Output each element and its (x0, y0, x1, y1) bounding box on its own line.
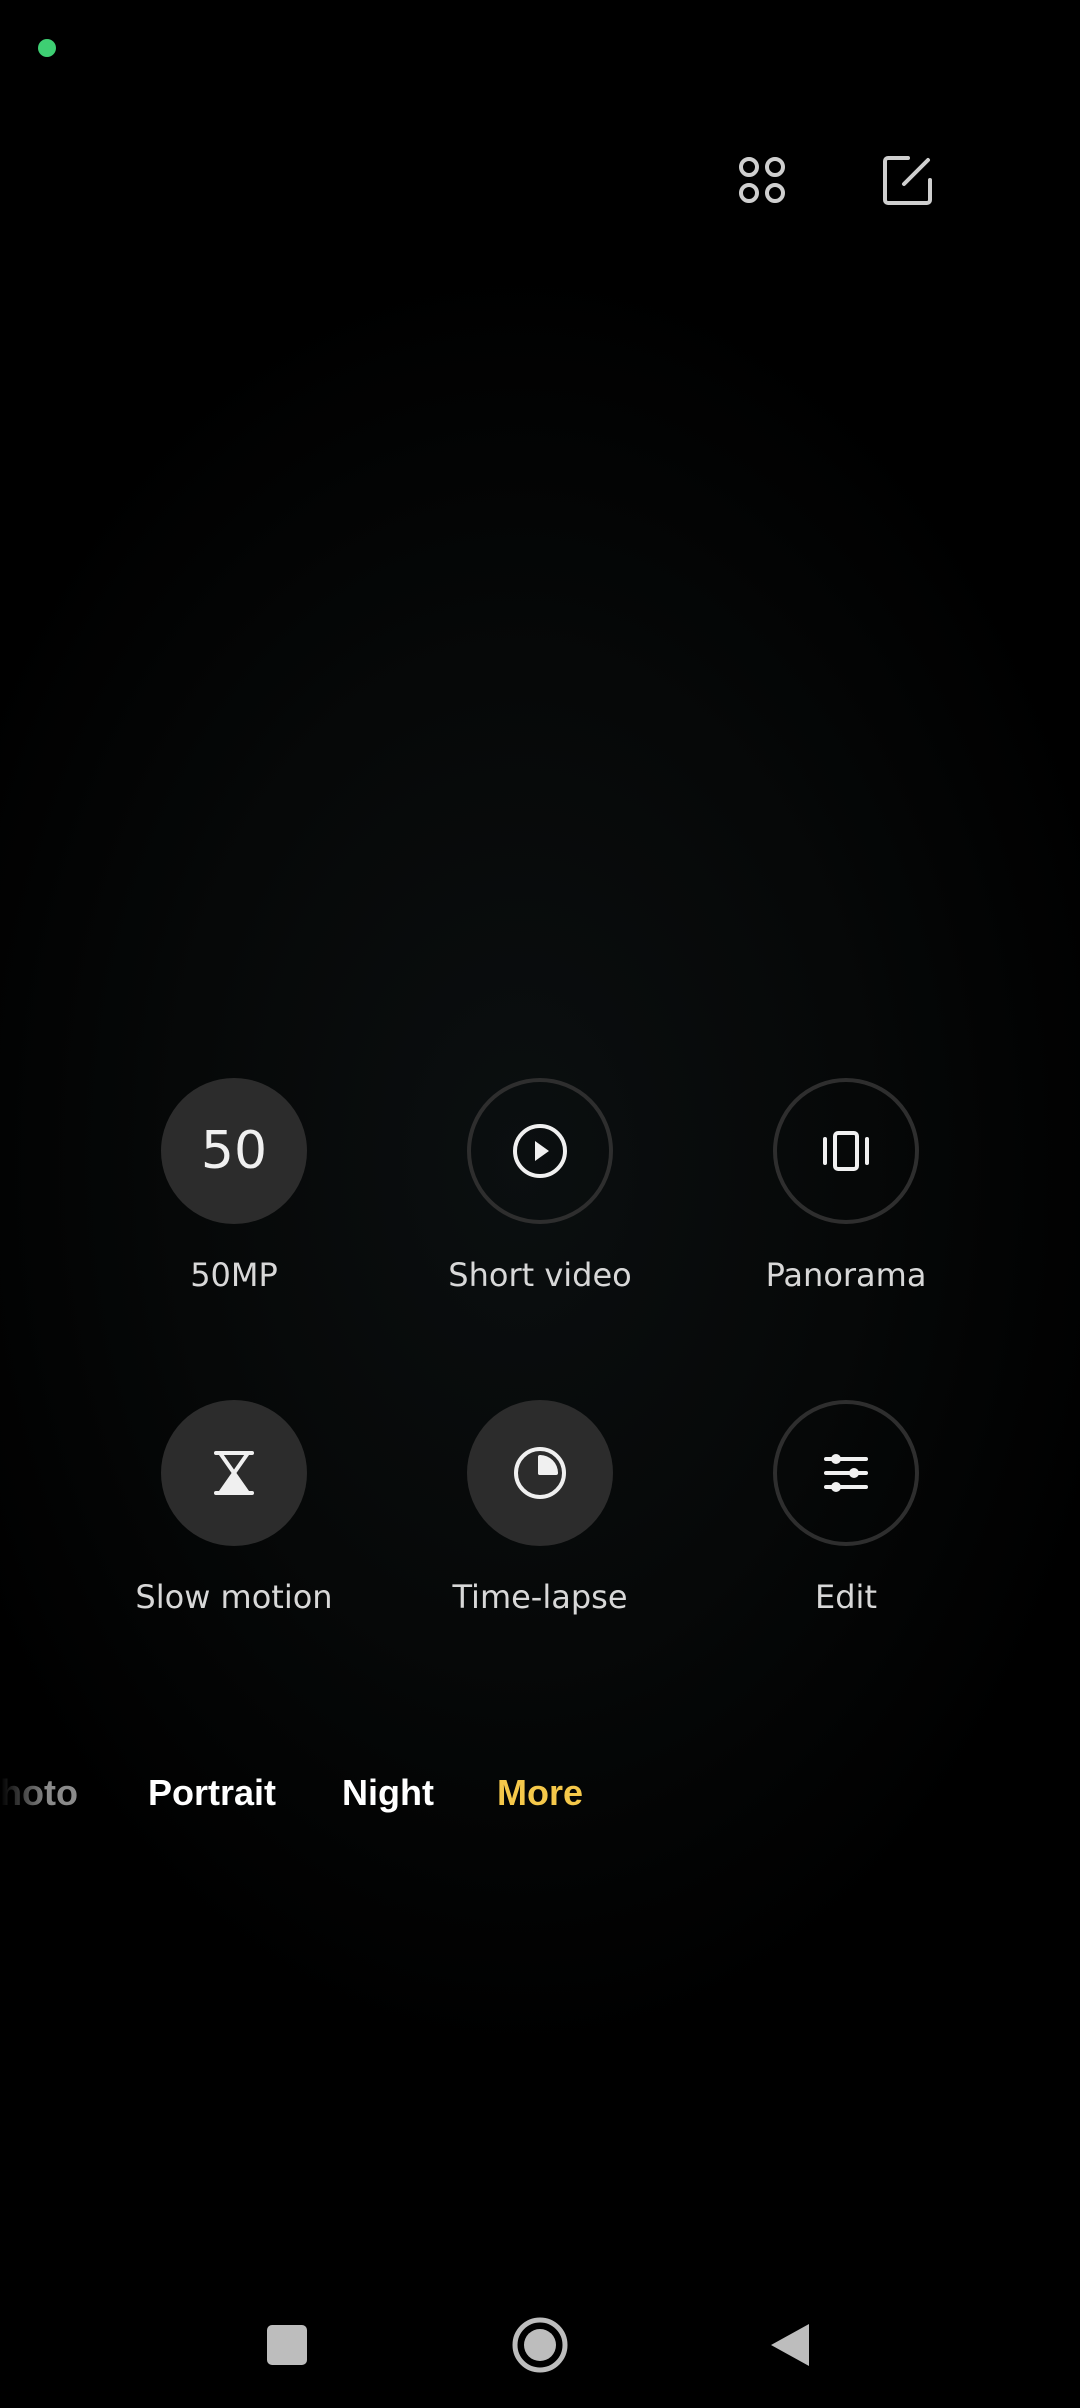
grid-four-circles-icon (739, 157, 785, 203)
square-icon (267, 2325, 307, 2365)
mode-label: Edit (815, 1578, 877, 1616)
home-circle-icon (512, 2317, 568, 2373)
recents-button[interactable] (252, 2310, 322, 2380)
tab-more[interactable]: More (497, 1772, 583, 1814)
mode-label: 50MP (190, 1256, 278, 1294)
tab-portrait[interactable]: Portrait (148, 1772, 276, 1814)
mode-label: Panorama (765, 1256, 927, 1294)
system-navigation-bar (0, 2300, 1080, 2390)
mode-label: Short video (448, 1256, 632, 1294)
home-button[interactable] (505, 2310, 575, 2380)
hourglass-icon (214, 1451, 254, 1495)
camera-mode-bar[interactable]: hoto Portrait Night More (0, 1772, 1080, 1832)
mode-label: Time-lapse (452, 1578, 628, 1616)
mode-50mp-button[interactable]: 50 (161, 1078, 307, 1224)
panorama-icon (823, 1131, 869, 1171)
mode-slow-motion[interactable]: Slow motion (104, 1400, 364, 1616)
mode-edit-button[interactable] (773, 1400, 919, 1546)
mode-time-lapse-button[interactable] (467, 1400, 613, 1546)
mode-panorama[interactable]: Panorama (716, 1078, 976, 1294)
mode-short-video[interactable]: Short video (410, 1078, 670, 1294)
back-triangle-icon (771, 2324, 809, 2366)
play-circle-icon (513, 1124, 567, 1178)
back-button[interactable] (755, 2310, 825, 2380)
tab-night[interactable]: Night (342, 1772, 434, 1814)
mode-slow-motion-button[interactable] (161, 1400, 307, 1546)
edit-square-icon (883, 156, 932, 205)
sliders-icon (824, 1454, 868, 1492)
mode-short-video-button[interactable] (467, 1078, 613, 1224)
mode-panorama-button[interactable] (773, 1078, 919, 1224)
mode-edit[interactable]: Edit (716, 1400, 976, 1616)
camera-in-use-indicator (38, 39, 56, 57)
grid-button[interactable] (726, 144, 798, 216)
mode-label: Slow motion (135, 1578, 333, 1616)
tab-photo[interactable]: hoto (0, 1772, 78, 1814)
50mp-text-icon: 50 (200, 1121, 268, 1181)
clock-icon (514, 1447, 566, 1499)
edit-modes-button[interactable] (872, 144, 944, 216)
mode-50mp[interactable]: 50 50MP (104, 1078, 364, 1294)
mode-time-lapse[interactable]: Time-lapse (410, 1400, 670, 1616)
